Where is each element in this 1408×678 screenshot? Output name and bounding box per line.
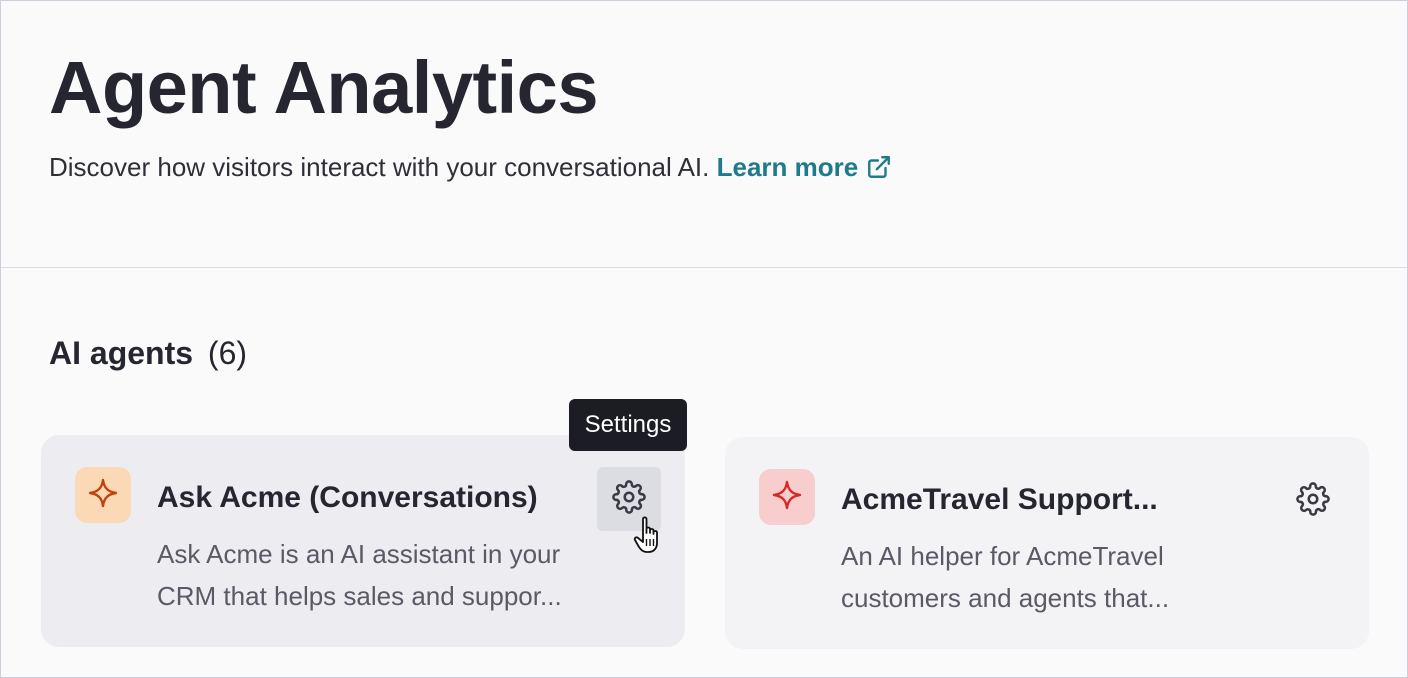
hand-cursor-icon xyxy=(633,515,667,560)
section-title-label: AI agents xyxy=(49,335,194,371)
agent-description-line: CRM that helps sales and suppor... xyxy=(157,581,562,611)
gear-icon xyxy=(1296,481,1330,521)
agent-card-ask-acme[interactable]: Ask Acme (Conversations) Ask Acme is an … xyxy=(41,435,685,647)
agent-description: An AI helper for AcmeTravel customers an… xyxy=(841,535,1311,619)
page-subtitle: Discover how visitors interact with your… xyxy=(49,151,892,187)
agent-card-acmetravel[interactable]: AcmeTravel Support... An AI helper for A… xyxy=(725,437,1369,649)
agent-icon xyxy=(75,467,131,523)
section-title: AI agents (6) xyxy=(49,333,247,373)
section-count: (6) xyxy=(207,335,248,371)
settings-tooltip: Settings xyxy=(569,399,687,451)
learn-more-link[interactable]: Learn more xyxy=(717,152,893,182)
page-frame: Agent Analytics Discover how visitors in… xyxy=(0,0,1408,678)
external-link-icon xyxy=(866,154,892,187)
agent-description: Ask Acme is an AI assistant in your CRM … xyxy=(157,533,627,617)
sparkle-icon xyxy=(771,479,803,516)
agent-icon xyxy=(759,469,815,525)
agent-description-line: customers and agents that... xyxy=(841,583,1170,613)
gear-icon xyxy=(612,479,646,519)
sparkle-icon xyxy=(87,477,119,514)
agent-description-line: Ask Acme is an AI assistant in your xyxy=(157,539,561,569)
page-header: Agent Analytics Discover how visitors in… xyxy=(1,1,1407,268)
agent-name: Ask Acme (Conversations) xyxy=(157,481,538,514)
settings-button[interactable] xyxy=(1281,469,1345,533)
subtitle-text: Discover how visitors interact with your… xyxy=(49,152,710,182)
agent-name: AcmeTravel Support... xyxy=(841,483,1158,516)
learn-more-label: Learn more xyxy=(716,152,859,182)
page-title: Agent Analytics xyxy=(49,46,598,129)
agent-description-line: An AI helper for AcmeTravel xyxy=(841,541,1164,571)
